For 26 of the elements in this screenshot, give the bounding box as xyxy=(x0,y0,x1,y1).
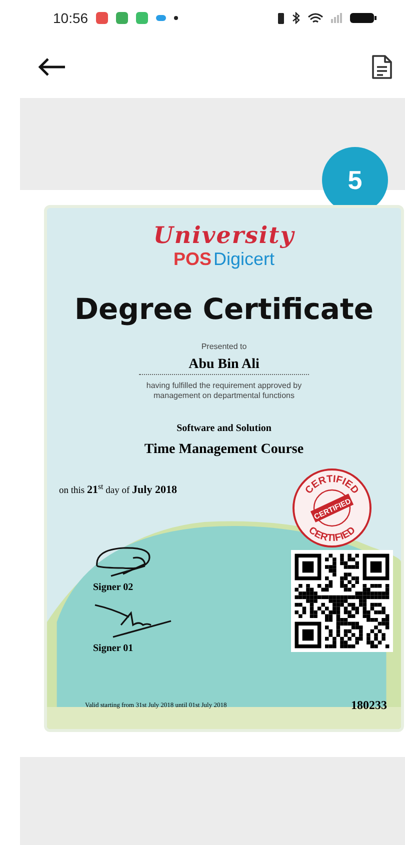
university-title: University xyxy=(153,222,295,249)
date-text: on this 21$^{st}$ day of July 2018 xyxy=(59,482,177,496)
document-icon[interactable] xyxy=(371,54,393,80)
serial-number: 180233 xyxy=(351,698,387,713)
dot-icon xyxy=(174,16,178,20)
statement-text: having fulfilled the requirement approved by management on departmental functions xyxy=(145,381,303,401)
wifi-icon xyxy=(308,12,323,24)
back-arrow-icon[interactable] xyxy=(37,57,67,77)
app-notification-icon xyxy=(136,12,148,24)
logo-name: Digicert xyxy=(214,249,275,270)
department-text: Software and Solution xyxy=(176,423,272,434)
vibrate-icon xyxy=(278,12,284,24)
signer-label: Signer 01 xyxy=(93,643,134,654)
presented-label: Presented to xyxy=(201,342,247,351)
logo-mark: POS xyxy=(173,249,212,270)
signer-label: Signer 02 xyxy=(93,582,134,594)
certificate-title: Degree Certificate xyxy=(74,292,374,326)
app-notification-icon xyxy=(116,12,128,24)
app-notification-icon xyxy=(96,12,108,24)
recipient-name: Abu Bin Ali xyxy=(138,357,310,375)
signal-icon xyxy=(331,13,342,23)
bluetooth-icon xyxy=(292,12,300,24)
course-title: Time Management Course xyxy=(144,442,304,458)
battery-icon xyxy=(350,13,377,23)
app-notification-icon xyxy=(156,15,166,21)
status-time: 10:56 xyxy=(53,10,88,26)
